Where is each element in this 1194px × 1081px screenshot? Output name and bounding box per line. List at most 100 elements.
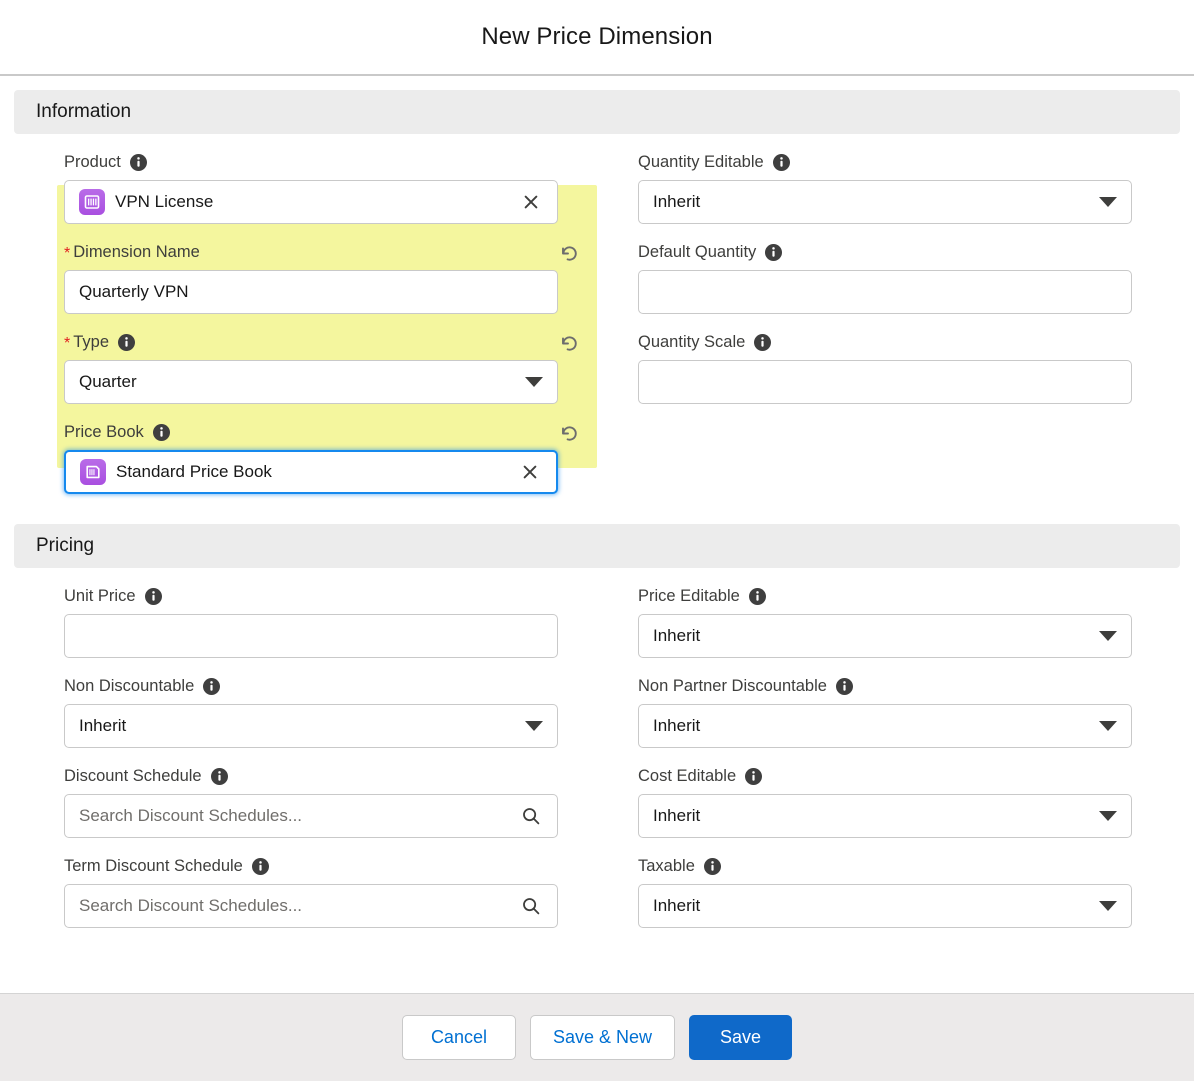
field-label: Cost Editable <box>638 766 737 785</box>
default-quantity-input[interactable] <box>638 270 1132 314</box>
field-price-book: Price Book Standard Price Book <box>64 412 590 502</box>
save-and-new-button[interactable]: Save & New <box>529 1015 676 1060</box>
search-icon[interactable] <box>519 804 543 828</box>
cancel-button[interactable]: Cancel <box>401 1015 516 1060</box>
field-label-row: Quantity Scale <box>638 330 1132 354</box>
field-label-row: * Type <box>64 330 558 354</box>
chevron-down-icon <box>1099 631 1117 641</box>
info-icon[interactable] <box>754 333 772 351</box>
section-title: Pricing <box>36 535 95 556</box>
taxable-value: Inherit <box>653 896 701 915</box>
chevron-down-icon <box>1099 811 1117 821</box>
info-icon[interactable] <box>835 677 853 695</box>
info-icon[interactable] <box>129 153 147 171</box>
info-icon[interactable] <box>210 767 228 785</box>
quantity-editable-value: Inherit <box>653 192 701 211</box>
field-label: Term Discount Schedule <box>64 856 243 875</box>
field-label-row: Term Discount Schedule <box>64 854 558 878</box>
revert-icon[interactable] <box>558 332 580 354</box>
quantity-scale-input[interactable] <box>638 360 1132 404</box>
section-title: Information <box>36 101 132 122</box>
cost-editable-select[interactable]: Inherit <box>638 794 1132 838</box>
term-discount-schedule-search[interactable]: Search Discount Schedules... <box>64 884 558 928</box>
info-icon[interactable] <box>765 243 783 261</box>
field-label: Quantity Editable <box>638 152 764 171</box>
field-label: Taxable <box>638 856 695 875</box>
revert-icon[interactable] <box>558 422 580 444</box>
field-label: Discount Schedule <box>64 766 202 785</box>
information-grid: Product VPN License * Dimension Name Qua… <box>0 142 1194 502</box>
field-unit-price: Unit Price <box>64 576 590 666</box>
info-icon[interactable] <box>748 587 766 605</box>
field-default-quantity: Default Quantity <box>638 232 1164 322</box>
info-icon[interactable] <box>152 423 170 441</box>
chevron-down-icon <box>1099 197 1117 207</box>
info-icon[interactable] <box>703 857 721 875</box>
price-book-lookup-input[interactable]: Standard Price Book <box>64 450 558 494</box>
dimension-name-input[interactable]: Quarterly VPN <box>64 270 558 314</box>
info-icon[interactable] <box>144 587 162 605</box>
required-indicator: * <box>64 335 71 352</box>
non-partner-discountable-value: Inherit <box>653 716 701 735</box>
non-discountable-select[interactable]: Inherit <box>64 704 558 748</box>
clear-icon[interactable] <box>518 460 542 484</box>
field-cost-editable: Cost Editable Inherit <box>638 756 1164 846</box>
field-label: Unit Price <box>64 586 136 605</box>
save-button[interactable]: Save <box>689 1015 793 1060</box>
price-book-value: Standard Price Book <box>116 462 272 481</box>
field-taxable: Taxable Inherit <box>638 846 1164 936</box>
field-label: Dimension Name <box>73 242 200 261</box>
discount-schedule-placeholder: Search Discount Schedules... <box>79 806 303 825</box>
field-label-row: Cost Editable <box>638 764 1132 788</box>
modal-header: New Price Dimension <box>0 0 1194 74</box>
type-value: Quarter <box>79 372 137 391</box>
search-icon[interactable] <box>519 894 543 918</box>
term-discount-schedule-placeholder: Search Discount Schedules... <box>79 896 303 915</box>
modal-footer: Cancel Save & New Save <box>0 993 1194 1081</box>
field-label: Price Editable <box>638 586 740 605</box>
field-label: Type <box>73 332 110 351</box>
discount-schedule-search[interactable]: Search Discount Schedules... <box>64 794 558 838</box>
field-price-editable: Price Editable Inherit <box>638 576 1164 666</box>
field-label-row: Taxable <box>638 854 1132 878</box>
non-partner-discountable-select[interactable]: Inherit <box>638 704 1132 748</box>
type-select[interactable]: Quarter <box>64 360 558 404</box>
clear-icon[interactable] <box>519 190 543 214</box>
new-price-dimension-modal: New Price Dimension Information Product <box>0 0 1194 1081</box>
product-lookup-input[interactable]: VPN License <box>64 180 558 224</box>
field-label-row: Product <box>64 150 558 174</box>
field-non-partner-discountable: Non Partner Discountable Inherit <box>638 666 1164 756</box>
info-icon[interactable] <box>745 767 763 785</box>
field-label-row: Non Partner Discountable <box>638 674 1132 698</box>
page-title: New Price Dimension <box>481 23 713 50</box>
field-label-row: Non Discountable <box>64 674 558 698</box>
pricing-grid: Unit Price Non Discountable Inherit Disc… <box>0 576 1194 936</box>
revert-icon[interactable] <box>558 242 580 264</box>
field-quantity-editable: Quantity Editable Inherit <box>638 142 1164 232</box>
quantity-editable-select[interactable]: Inherit <box>638 180 1132 224</box>
field-label-row: * Dimension Name <box>64 240 558 264</box>
taxable-select[interactable]: Inherit <box>638 884 1132 928</box>
unit-price-input[interactable] <box>64 614 558 658</box>
chevron-down-icon <box>525 721 543 731</box>
field-label: Product <box>64 152 121 171</box>
required-indicator: * <box>64 245 71 262</box>
field-product: Product VPN License <box>64 142 590 232</box>
product-record-icon <box>79 189 105 215</box>
info-icon[interactable] <box>251 857 269 875</box>
section-header-information: Information <box>14 90 1180 134</box>
info-icon[interactable] <box>118 333 136 351</box>
field-term-discount-schedule: Term Discount Schedule Search Discount S… <box>64 846 590 936</box>
dimension-name-value: Quarterly VPN <box>79 282 189 301</box>
field-non-discountable: Non Discountable Inherit <box>64 666 590 756</box>
price-book-record-icon <box>80 459 106 485</box>
info-icon[interactable] <box>203 677 221 695</box>
non-discountable-value: Inherit <box>79 716 127 735</box>
field-label-row: Quantity Editable <box>638 150 1132 174</box>
price-editable-select[interactable]: Inherit <box>638 614 1132 658</box>
field-label-row: Default Quantity <box>638 240 1132 264</box>
field-quantity-scale: Quantity Scale <box>638 322 1164 412</box>
field-label: Non Partner Discountable <box>638 676 827 695</box>
field-label: Price Book <box>64 422 144 441</box>
info-icon[interactable] <box>772 153 790 171</box>
